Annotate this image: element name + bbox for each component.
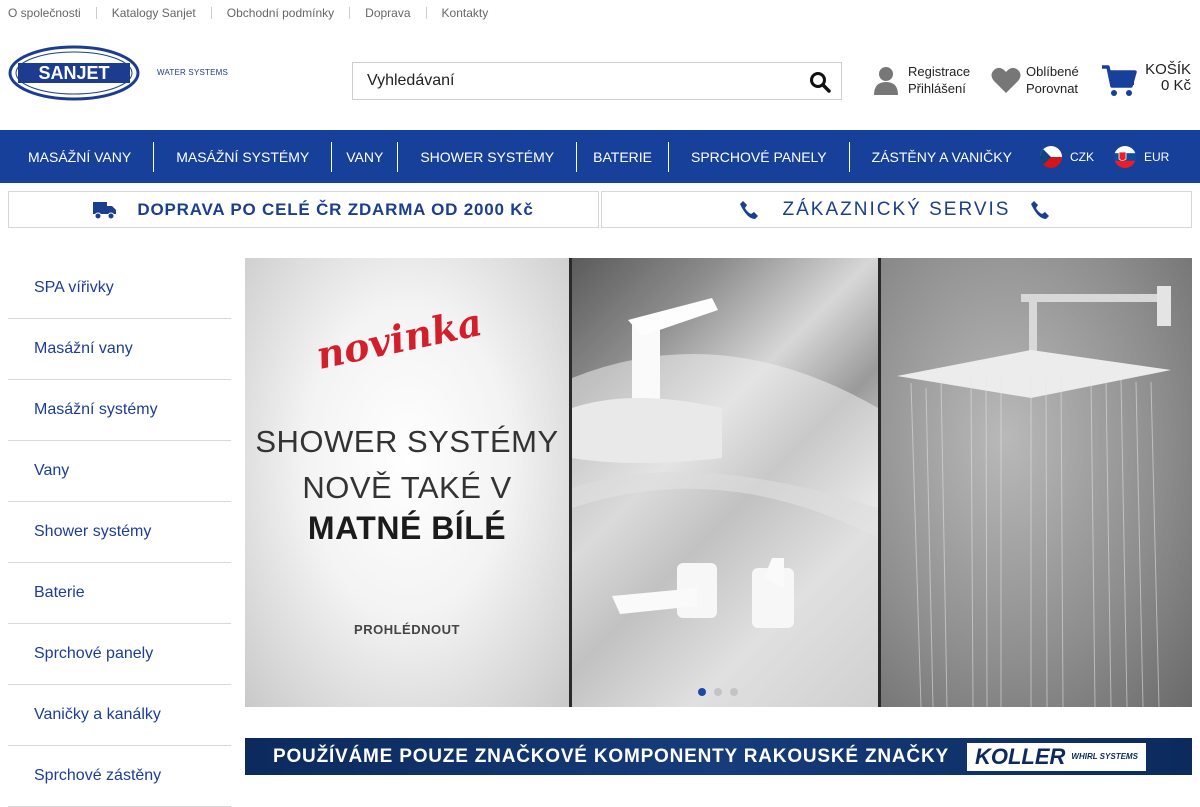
logo-tagline: WATER SYSTEMS — [157, 68, 229, 77]
truck-icon — [93, 200, 117, 220]
koller-banner-text: POUŽÍVÁME POUZE ZNAČKOVÉ KOMPONENTY RAKO… — [273, 745, 949, 767]
carousel-dot-3[interactable] — [730, 688, 738, 696]
sidebar-item-massage-baths[interactable]: Masážní vany — [8, 319, 231, 380]
search-input[interactable] — [353, 63, 793, 99]
sidebar-item-trays-drains[interactable]: Vaničky a kanálky — [8, 685, 231, 746]
banner-line-1: SHOWER SYSTÉMY — [255, 424, 559, 459]
currency-czk[interactable]: CZK — [1039, 145, 1094, 168]
top-link-catalogs[interactable]: Katalogy Sanjet — [95, 7, 211, 19]
slovak-flag-icon — [1113, 145, 1136, 168]
sidebar-item-shower-panels[interactable]: Sprchové panely — [8, 624, 231, 685]
cart-total: 0 Kč — [1160, 77, 1191, 94]
banner-line-2: NOVĚ TAKÉ V — [302, 470, 512, 505]
search-box — [352, 62, 842, 100]
koller-logo: KOLLER WHIRL SYSTEMS — [966, 742, 1146, 771]
nav-item-massage-baths[interactable]: MASÁŽNÍ VANY — [0, 141, 155, 172]
heart-icon — [991, 66, 1021, 94]
currency-eur-label: EUR — [1143, 149, 1170, 164]
account-block: Registrace Přihlášení — [872, 63, 970, 97]
compare-link[interactable]: Porovnat — [1026, 80, 1079, 97]
customer-service-strip[interactable]: ZÁKAZNICKÝ SERVIS — [601, 191, 1192, 228]
phone-icon — [739, 200, 763, 220]
customer-service-text: ZÁKAZNICKÝ SERVIS — [782, 198, 1011, 220]
search-icon[interactable] — [809, 71, 831, 93]
logo-text: SANJET — [38, 63, 109, 83]
carousel-dot-1[interactable] — [698, 688, 706, 696]
login-link[interactable]: Přihlášení — [908, 80, 970, 97]
top-links: O společnosti Katalogy Sanjet Obchodní p… — [0, 0, 503, 26]
top-link-about[interactable]: O společnosti — [8, 7, 96, 19]
koller-brand-sub: WHIRL SYSTEMS — [1071, 752, 1138, 761]
favorites-link[interactable]: Oblíbené — [1026, 63, 1079, 80]
currency-eur[interactable]: EUR — [1113, 145, 1170, 168]
top-link-terms[interactable]: Obchodní podmínky — [210, 7, 349, 19]
sidebar-item-baths[interactable]: Vany — [8, 441, 231, 502]
sidebar-item-massage-systems[interactable]: Masážní systémy — [8, 380, 231, 441]
sanjet-logo[interactable]: SANJET — [8, 45, 140, 101]
banner-faucet-image — [572, 258, 878, 707]
czech-flag-icon — [1039, 145, 1062, 168]
koller-brand: KOLLER — [974, 743, 1066, 769]
hero-banner[interactable]: novinka SHOWER SYSTÉMY NOVĚ TAKÉ V MATNÉ… — [245, 258, 1192, 707]
top-link-shipping[interactable]: Doprava — [349, 7, 425, 19]
top-link-contacts[interactable]: Kontakty — [425, 7, 504, 19]
register-link[interactable]: Registrace — [908, 63, 970, 80]
koller-banner[interactable]: POUŽÍVÁME POUZE ZNAČKOVÉ KOMPONENTY RAKO… — [245, 738, 1192, 775]
nav-item-shower-panels[interactable]: SPRCHOVÉ PANELY — [669, 141, 850, 172]
sidebar-item-shower-systems[interactable]: Shower systémy — [8, 502, 231, 563]
nav-item-massage-systems[interactable]: MASÁŽNÍ SYSTÉMY — [154, 141, 333, 172]
nav-item-faucets[interactable]: BATERIE — [577, 141, 669, 172]
currency-czk-label: CZK — [1069, 149, 1094, 164]
free-shipping-strip[interactable]: DOPRAVA PO CELÉ ČR ZDARMA OD 2000 Kč — [8, 191, 599, 228]
carousel-dot-2[interactable] — [714, 688, 722, 696]
nav-item-baths[interactable]: VANY — [332, 141, 399, 172]
cart-label: KOŠÍK — [1145, 61, 1191, 78]
user-icon — [872, 65, 900, 95]
banner-badge: novinka — [312, 299, 486, 378]
banner-line-3: MATNÉ BÍLÉ — [307, 510, 507, 546]
category-sidebar: SPA vířivky Masážní vany Masážní systémy… — [8, 258, 231, 807]
phone-icon — [1030, 200, 1054, 220]
main-nav: MASÁŽNÍ VANY MASÁŽNÍ SYSTÉMY VANY SHOWER… — [0, 130, 1200, 183]
banner-cta[interactable]: PROHLÉDNOUT — [245, 622, 569, 637]
cart-icon — [1101, 64, 1137, 98]
sidebar-item-spa[interactable]: SPA vířivky — [8, 258, 231, 319]
sidebar-item-shower-screens[interactable]: Sprchové zástěny — [8, 746, 231, 807]
carousel-dots — [698, 688, 746, 696]
sidebar-item-faucets[interactable]: Baterie — [8, 563, 231, 624]
favorites-block: Oblíbené Porovnat — [991, 63, 1079, 97]
nav-item-shower-systems[interactable]: SHOWER SYSTÉMY — [398, 141, 578, 172]
free-shipping-text: DOPRAVA PO CELÉ ČR ZDARMA OD 2000 Kč — [137, 199, 534, 219]
nav-item-screens-trays[interactable]: ZÁSTĚNY A VANIČKY — [850, 142, 1034, 172]
cart[interactable]: KOŠÍK 0 Kč — [1101, 62, 1191, 98]
banner-shower-image — [881, 258, 1192, 707]
banner-text-panel: novinka SHOWER SYSTÉMY NOVĚ TAKÉ V MATNÉ… — [245, 258, 569, 707]
